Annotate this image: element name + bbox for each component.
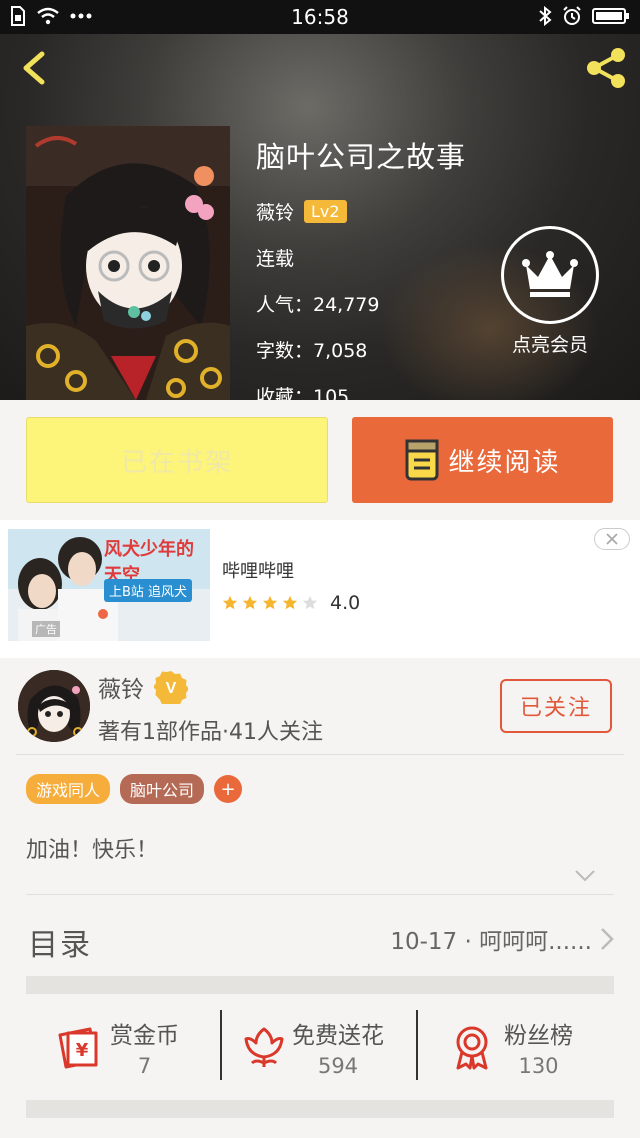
divider <box>26 894 614 895</box>
toc-latest-chapter: 10-17 · 呵呵呵...... <box>390 929 592 955</box>
continue-reading-button[interactable]: 继续阅读 <box>352 417 613 503</box>
ad-close-button[interactable] <box>594 528 630 550</box>
tag-game-fanfic[interactable]: 游戏同人 <box>26 774 111 804</box>
ad-image[interactable]: 风犬少年的天空 上B站 追风犬 广告 <box>8 529 210 641</box>
expand-button[interactable] <box>574 868 596 887</box>
chevron-left-icon <box>23 51 45 85</box>
red-envelope-icon: ¥ <box>58 1027 98 1069</box>
section-separator <box>26 976 614 994</box>
svg-text:¥: ¥ <box>76 1040 89 1061</box>
tag-list: 游戏同人 脑叶公司 + <box>26 774 243 804</box>
ad-badge: 广告 <box>32 621 60 637</box>
follow-label: 已关注 <box>519 696 592 721</box>
flower-value: 594 <box>317 1054 359 1078</box>
status-bar: 16:58 <box>0 0 640 34</box>
book-status: 连载 <box>256 248 295 270</box>
star-empty-icon <box>302 595 318 610</box>
author-stats: 著有1部作品·41人关注 <box>98 720 323 745</box>
chevron-down-icon <box>575 870 595 882</box>
book-title: 脑叶公司之故事 <box>256 140 467 174</box>
back-button[interactable] <box>14 46 58 90</box>
battery-icon <box>592 8 629 24</box>
book-info: 脑叶公司之故事 薇铃 Lv2 连载 人气：24,779 字数：7,058 收藏：… <box>256 134 466 400</box>
vip-label: 点亮会员 <box>511 334 588 356</box>
fans-ranking-button[interactable]: 粉丝榜 130 <box>450 1008 573 1086</box>
ad-image-caption: 上B站 追风犬 <box>104 579 193 602</box>
ad-banner[interactable]: 风犬少年的天空 上B站 追风犬 广告 哔哩哔哩 4.0 <box>0 520 640 658</box>
bluetooth-icon <box>539 6 552 26</box>
share-icon <box>587 48 625 88</box>
author-name[interactable]: 薇铃 <box>98 670 144 704</box>
ad-rating-stars: 4.0 <box>222 592 360 614</box>
send-flower-button[interactable]: 免费送花 594 <box>244 1008 384 1086</box>
cover-illustration <box>26 126 230 400</box>
reward-label: 赏金币 <box>110 1023 179 1049</box>
fans-label: 粉丝榜 <box>504 1023 573 1049</box>
fans-value: 130 <box>518 1054 559 1078</box>
book-author[interactable]: 薇铃 <box>256 198 294 225</box>
ad-rating: 4.0 <box>330 592 361 614</box>
author-section: 薇铃 V 著有1部作品·41人关注 已关注 游戏同人 脑叶公司 + 加油！快乐！… <box>0 658 640 1138</box>
book-intro: 加油！快乐！ <box>26 838 159 863</box>
flower-icon <box>244 1027 284 1067</box>
author-avatar[interactable] <box>18 670 90 742</box>
crown-icon <box>522 251 578 297</box>
book-popularity: 人气：24,779 <box>256 294 380 316</box>
star-icon <box>242 595 258 610</box>
star-icon <box>262 595 278 610</box>
share-button[interactable] <box>580 42 632 94</box>
follow-button[interactable]: 已关注 <box>500 679 612 733</box>
verified-badge-icon: V <box>154 671 188 704</box>
level-badge: Lv2 <box>304 200 347 223</box>
divider <box>220 1010 222 1080</box>
vip-button[interactable]: 点亮会员 <box>500 226 600 357</box>
continue-reading-label: 继续阅读 <box>448 447 561 478</box>
book-cover[interactable] <box>26 126 230 400</box>
chevron-right-icon <box>601 928 614 950</box>
ad-app-name[interactable]: 哔哩哔哩 <box>222 557 294 583</box>
stats-row: ¥ 赏金币 7 免费送花 594 粉丝榜 130 <box>26 1008 614 1086</box>
book-favorites: 收藏：105 <box>256 386 350 400</box>
verified-badge-letter: V <box>166 680 177 697</box>
flower-label: 免费送花 <box>292 1023 384 1049</box>
tag-lobotomy[interactable]: 脑叶公司 <box>120 774 205 804</box>
divider <box>16 754 624 755</box>
star-icon <box>282 595 298 610</box>
section-separator <box>26 1100 614 1118</box>
reward-value: 7 <box>137 1054 152 1078</box>
star-icon <box>222 595 238 610</box>
add-tag-button[interactable]: + <box>214 775 243 803</box>
book-word-count: 字数：7,058 <box>256 340 368 362</box>
divider <box>416 1010 418 1080</box>
reward-coins-button[interactable]: ¥ 赏金币 7 <box>56 1008 179 1086</box>
close-icon <box>606 533 618 545</box>
avatar-illustration <box>18 670 90 742</box>
toc-row[interactable]: 目录 10-17 · 呵呵呵...... <box>26 908 614 968</box>
book-icon <box>405 439 439 481</box>
book-header: 脑叶公司之故事 薇铃 Lv2 连载 人气：24,779 字数：7,058 收藏：… <box>0 34 640 400</box>
on-shelf-label: 已在书架 <box>120 447 233 478</box>
alarm-icon <box>563 6 581 25</box>
toc-label: 目录 <box>28 928 92 963</box>
on-shelf-button[interactable]: 已在书架 <box>26 417 328 503</box>
medal-icon <box>456 1026 488 1070</box>
